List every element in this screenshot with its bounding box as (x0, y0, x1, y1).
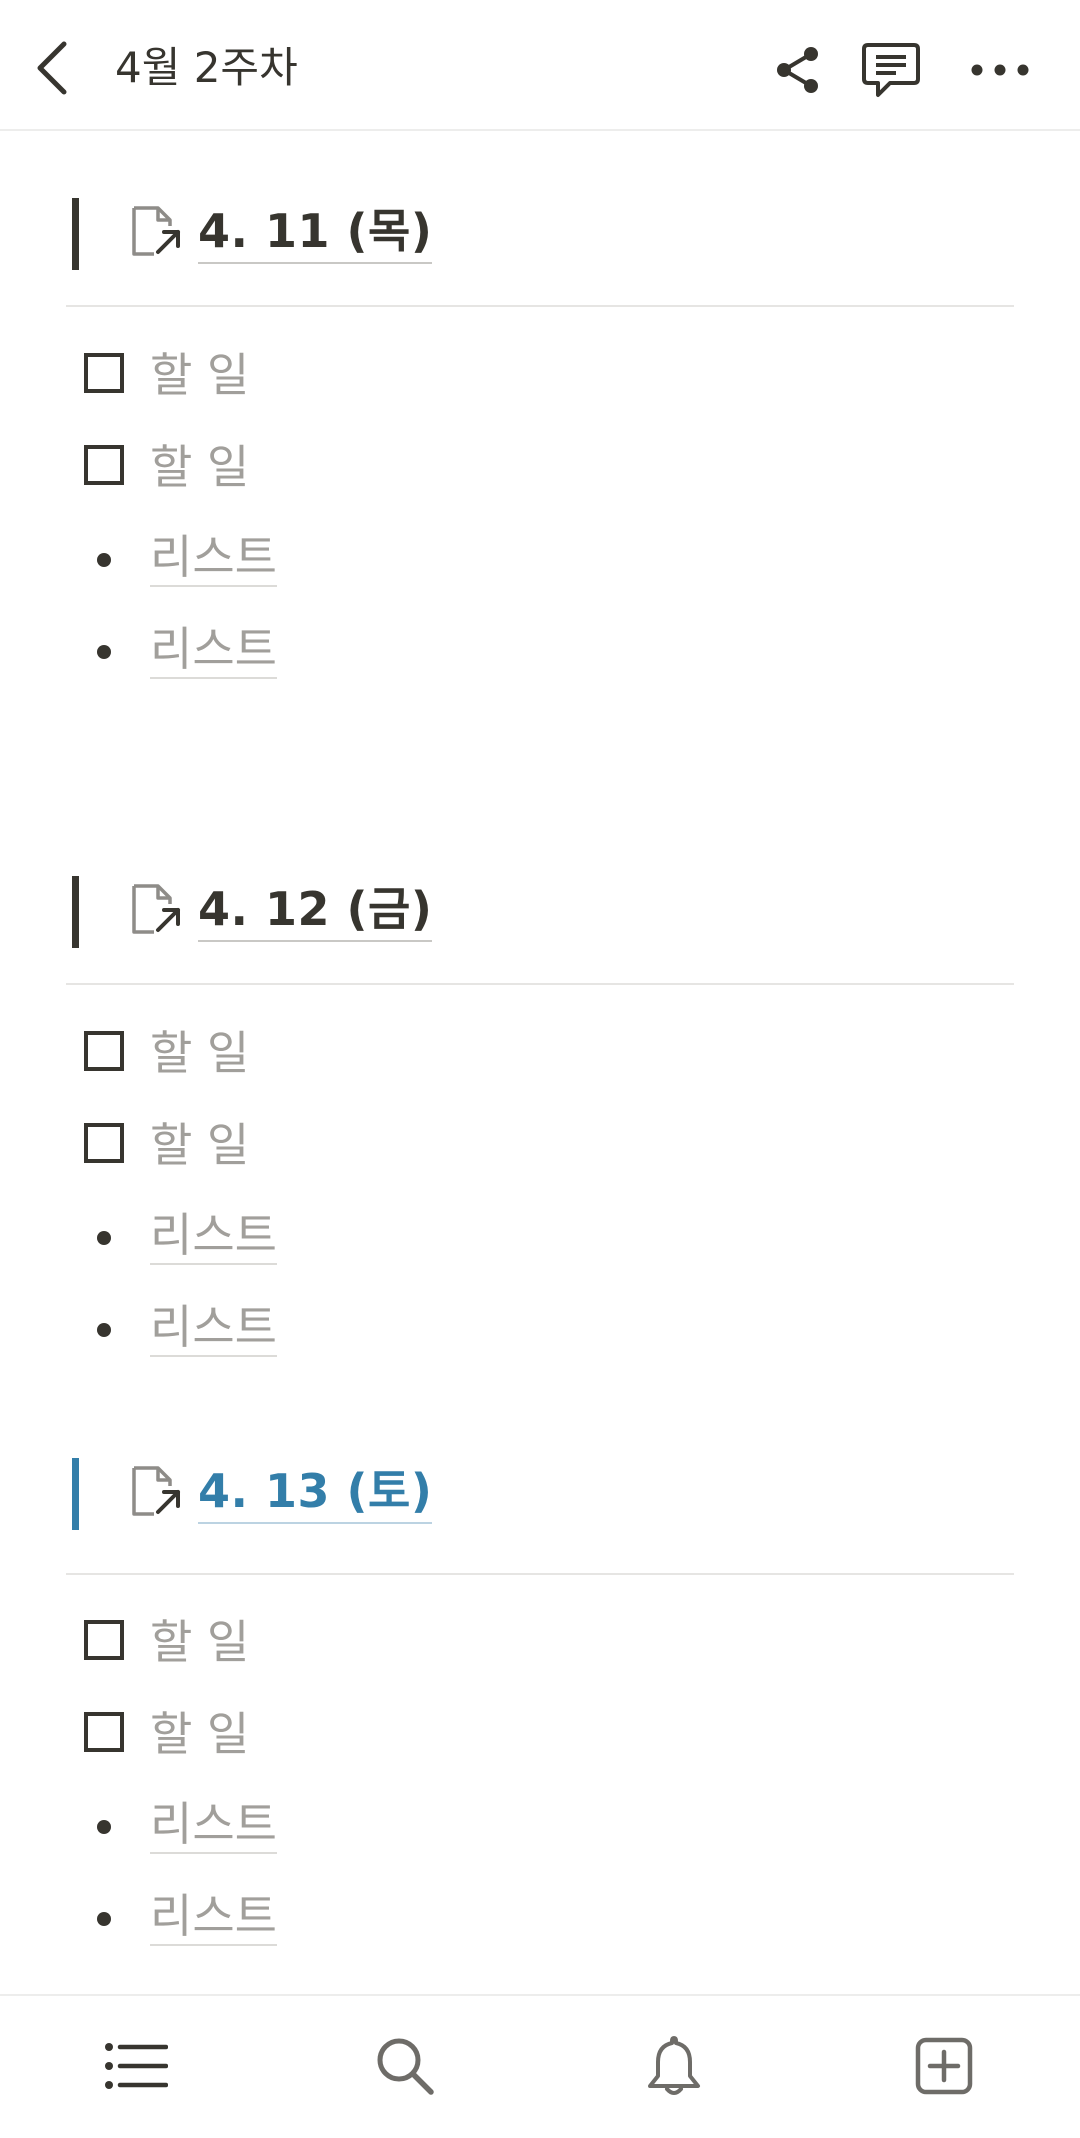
new-page-button[interactable] (904, 2026, 984, 2106)
page-title: 4월 2주차 (115, 43, 298, 92)
back-button[interactable] (22, 30, 82, 106)
bullet-item[interactable]: 리스트 (0, 1293, 1080, 1373)
section-title[interactable]: 4. 12 (금) (198, 878, 433, 942)
page-link-icon (132, 884, 180, 934)
top-bar: 4월 2주차 (0, 0, 1080, 131)
quote-bar (72, 1458, 79, 1530)
sidebar-button[interactable] (96, 2026, 176, 2106)
divider (66, 983, 1014, 985)
more-button[interactable] (960, 38, 1040, 102)
todo-item[interactable]: 할 일 (0, 1109, 1080, 1189)
todo-item[interactable]: 할 일 (0, 1017, 1080, 1097)
more-icon (971, 64, 1029, 76)
notifications-button[interactable] (634, 2026, 714, 2106)
bullet-dot (97, 1820, 111, 1834)
todo-text[interactable]: 할 일 (150, 1023, 249, 1083)
checkbox[interactable] (84, 1620, 124, 1660)
section-title[interactable]: 4. 11 (목) (198, 200, 433, 264)
checkbox[interactable] (84, 1123, 124, 1163)
checkbox[interactable] (84, 1712, 124, 1752)
bullet-item[interactable]: 리스트 (0, 1790, 1080, 1870)
section-heading[interactable]: 4. 13 (토) (0, 1458, 1080, 1578)
todo-text[interactable]: 할 일 (150, 1612, 249, 1672)
bullet-item[interactable]: 리스트 (0, 523, 1080, 603)
bullet-item[interactable]: 리스트 (0, 1201, 1080, 1281)
quote-bar (72, 876, 79, 948)
bullet-text[interactable]: 리스트 (150, 1888, 277, 1946)
section-heading[interactable]: 4. 11 (목) (0, 198, 1080, 318)
bullet-dot (97, 553, 111, 567)
todo-item[interactable]: 할 일 (0, 431, 1080, 511)
bullet-dot (97, 1323, 111, 1337)
divider (66, 1573, 1014, 1575)
section-title[interactable]: 4. 13 (토) (198, 1460, 433, 1524)
section-heading[interactable]: 4. 12 (금) (0, 876, 1080, 996)
share-button[interactable] (766, 38, 830, 102)
todo-text[interactable]: 할 일 (150, 437, 249, 497)
bullet-dot (97, 1231, 111, 1245)
page-link-icon (132, 1466, 180, 1516)
bullet-text[interactable]: 리스트 (150, 1796, 277, 1854)
todo-item[interactable]: 할 일 (0, 339, 1080, 419)
bullet-text[interactable]: 리스트 (150, 529, 277, 587)
comment-icon (862, 43, 920, 97)
share-icon (777, 47, 818, 93)
todo-text[interactable]: 할 일 (150, 1704, 249, 1764)
list-icon (105, 2043, 168, 2089)
search-icon (377, 2038, 434, 2095)
search-button[interactable] (365, 2026, 445, 2106)
bullet-text[interactable]: 리스트 (150, 621, 277, 679)
bullet-item[interactable]: 리스트 (0, 615, 1080, 695)
bullet-item[interactable]: 리스트 (0, 1882, 1080, 1962)
bottom-nav (0, 1994, 1080, 2138)
back-arrow-icon (37, 41, 67, 95)
comment-button[interactable] (856, 36, 926, 106)
divider (66, 305, 1014, 307)
checkbox[interactable] (84, 1031, 124, 1071)
quote-bar (72, 198, 79, 270)
bullet-text[interactable]: 리스트 (150, 1207, 277, 1265)
new-page-icon (915, 2037, 973, 2095)
checkbox[interactable] (84, 445, 124, 485)
bullet-dot (97, 1912, 111, 1926)
bullet-dot (97, 645, 111, 659)
checkbox[interactable] (84, 353, 124, 393)
todo-item[interactable]: 할 일 (0, 1606, 1080, 1686)
bell-icon (648, 2036, 700, 2095)
todo-text[interactable]: 할 일 (150, 1115, 249, 1175)
page-link-icon (132, 206, 180, 256)
todo-item[interactable]: 할 일 (0, 1698, 1080, 1778)
bullet-text[interactable]: 리스트 (150, 1299, 277, 1357)
todo-text[interactable]: 할 일 (150, 345, 249, 405)
